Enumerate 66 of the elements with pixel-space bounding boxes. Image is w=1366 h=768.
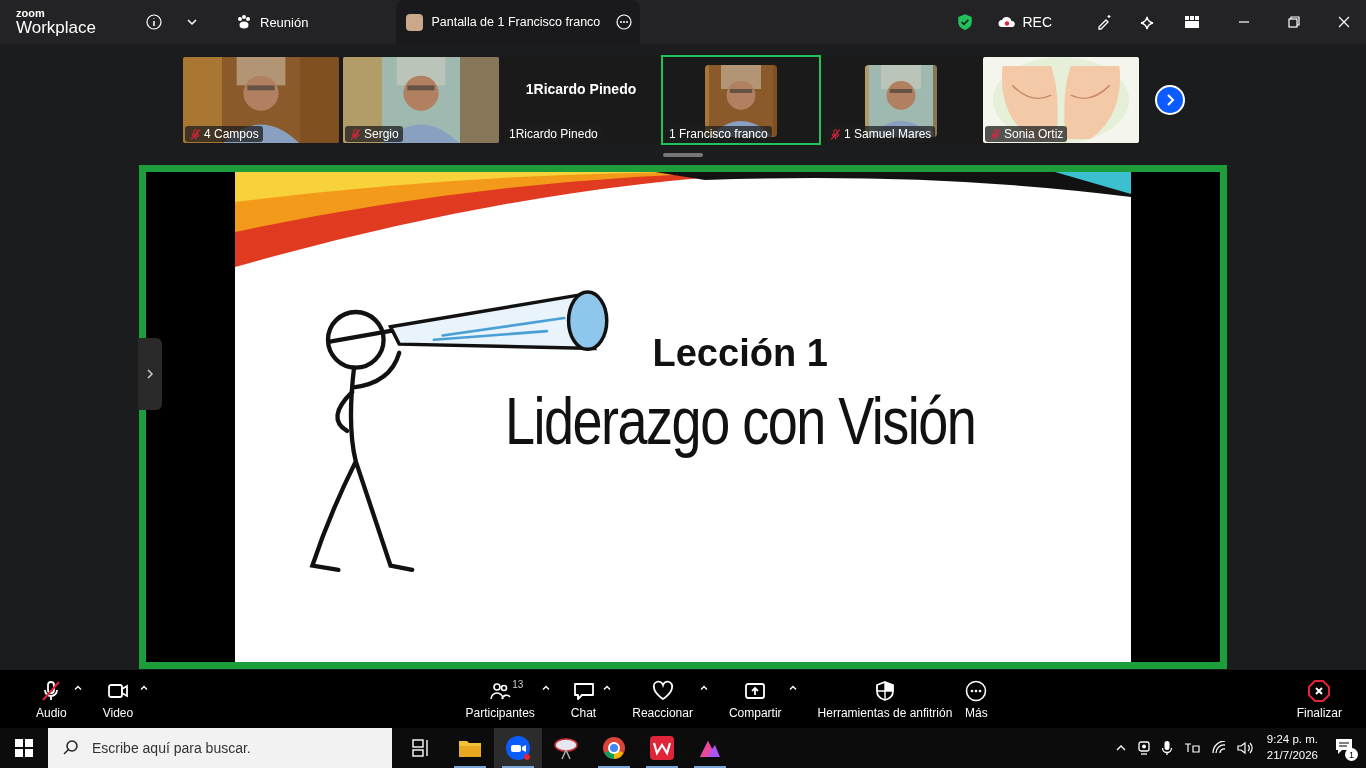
toolbar-button[interactable]: Compartir xyxy=(722,678,788,720)
search-field[interactable]: Escribe aquí para buscar. xyxy=(48,728,392,768)
chevron-right-icon[interactable] xyxy=(146,368,154,380)
toolbar-button[interactable]: Video xyxy=(96,678,140,720)
toolbar-button[interactable]: Audio xyxy=(30,678,73,720)
toolbar-button[interactable]: Más xyxy=(958,678,995,720)
participant-count: 13 xyxy=(512,678,524,690)
mic-muted-icon xyxy=(989,127,1002,141)
avatar-icon xyxy=(406,13,424,31)
apps-icon[interactable] xyxy=(1184,14,1200,30)
slide-heading: Lección 1 xyxy=(652,332,828,375)
mic-muted-icon xyxy=(189,127,202,141)
paw-icon xyxy=(236,14,252,30)
next-page-button[interactable] xyxy=(1155,85,1185,115)
mic-muted-icon xyxy=(829,127,842,141)
wifi-icon[interactable] xyxy=(1210,741,1227,755)
toolbar-button[interactable]: Reaccionar xyxy=(626,678,699,720)
end-icon xyxy=(1307,678,1332,703)
screen-share-tab[interactable]: Pantalla de 1 Francisco franco xyxy=(396,0,641,44)
toolbar-button[interactable]: Herramientas de anfitrión xyxy=(811,678,959,720)
notification-count: 1 xyxy=(1345,748,1358,761)
video-tile[interactable]: 1 Francisco franco xyxy=(661,55,821,145)
participant-name: 1 Samuel Mares xyxy=(844,127,932,141)
side-panel-toggle[interactable] xyxy=(138,338,162,410)
search-input[interactable]: Escribe aquí para buscar. xyxy=(92,740,372,756)
notification-button[interactable]: 1 xyxy=(1332,735,1358,761)
participant-name: 4 Campos xyxy=(204,127,259,141)
windows-start-icon[interactable] xyxy=(15,739,33,757)
camera-icon[interactable] xyxy=(1136,740,1151,756)
toolbar-button[interactable]: Chat xyxy=(564,678,603,720)
shield-icon[interactable] xyxy=(956,13,975,31)
video-tile[interactable]: 1 Samuel Mares xyxy=(821,55,981,145)
logo-text: Workplace xyxy=(16,19,97,36)
participant-name: 1Ricardo Pinedo xyxy=(509,127,598,141)
slide-title: Liderazgo con Visión xyxy=(505,381,976,459)
zoom-app-icon[interactable] xyxy=(494,728,542,768)
logo-text: zoom xyxy=(16,8,46,19)
close-icon[interactable] xyxy=(1336,14,1352,30)
participant-name: Sonia Ortiz xyxy=(1004,127,1064,141)
participant-name: 1 Francisco franco xyxy=(669,127,768,141)
clock-time[interactable]: 9:24 p. m. xyxy=(1266,732,1318,748)
video-tile[interactable]: 1Ricardo Pinedo 1Ricardo Pinedo xyxy=(501,55,661,145)
mic-muted-icon xyxy=(349,127,362,141)
resize-handle[interactable] xyxy=(663,153,703,157)
pen-sparkle-icon[interactable] xyxy=(1096,14,1112,30)
participant-name: 1Ricardo Pinedo xyxy=(525,81,637,97)
video-tile[interactable]: Sonia Ortiz xyxy=(981,55,1141,145)
video-tile[interactable]: 4 Campos xyxy=(181,55,341,145)
participant-name: Sergio xyxy=(364,127,399,141)
end-meeting-button[interactable]: Finalizar xyxy=(1290,677,1348,721)
cloud-icon xyxy=(998,15,1017,29)
heart-icon xyxy=(650,678,675,703)
info-icon[interactable] xyxy=(146,14,162,30)
microphone-icon[interactable] xyxy=(1160,740,1173,756)
speaker-icon[interactable] xyxy=(1236,741,1253,755)
meeting-tab[interactable]: Reunión xyxy=(228,14,317,30)
record-button[interactable]: REC xyxy=(992,13,1058,31)
more-icon[interactable] xyxy=(616,14,633,30)
video-tile[interactable]: Sergio xyxy=(341,55,501,145)
keyboard-input-icon[interactable] xyxy=(1182,741,1201,755)
sparkle-icon[interactable] xyxy=(1140,14,1156,30)
more-icon xyxy=(964,678,989,703)
restore-icon[interactable] xyxy=(1286,14,1302,30)
search-icon[interactable] xyxy=(62,739,80,757)
toolbar-button[interactable]: 13 Participantes xyxy=(459,678,541,720)
clock-date[interactable]: 21/7/2026 xyxy=(1266,748,1318,764)
